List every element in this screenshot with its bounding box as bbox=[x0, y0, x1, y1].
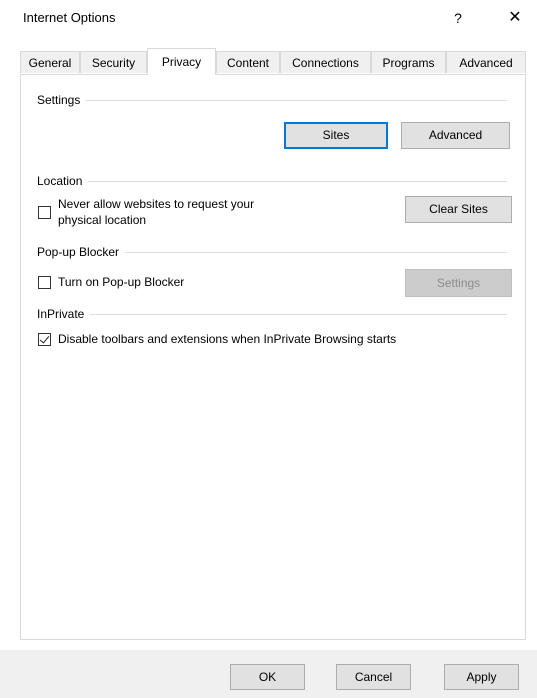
tab-security[interactable]: Security bbox=[80, 51, 147, 73]
location-heading: Location bbox=[37, 174, 89, 188]
settings-heading: Settings bbox=[37, 93, 87, 107]
popup-blocker-heading: Pop-up Blocker bbox=[37, 245, 126, 259]
location-checkbox[interactable] bbox=[38, 206, 51, 219]
popup-settings-button: Settings bbox=[405, 269, 512, 297]
advanced-button[interactable]: Advanced bbox=[401, 122, 510, 149]
tab-general[interactable]: General bbox=[20, 51, 80, 73]
ok-button[interactable]: OK bbox=[230, 664, 305, 690]
popup-blocker-checkbox-label: Turn on Pop-up Blocker bbox=[58, 275, 185, 289]
tab-programs[interactable]: Programs bbox=[371, 51, 446, 73]
help-icon[interactable]: ? bbox=[448, 6, 468, 30]
settings-divider bbox=[37, 100, 507, 101]
tab-advanced[interactable]: Advanced bbox=[446, 51, 526, 73]
apply-button[interactable]: Apply bbox=[444, 664, 519, 690]
title-bar: Internet Options ? ✕ bbox=[0, 0, 537, 36]
close-icon[interactable]: ✕ bbox=[503, 6, 527, 30]
location-checkbox-label-line2: physical location bbox=[58, 213, 147, 227]
cancel-button[interactable]: Cancel bbox=[336, 664, 411, 690]
window-title: Internet Options bbox=[23, 10, 116, 25]
internet-options-dialog: Internet Options ? ✕ General Security Pr… bbox=[0, 0, 537, 698]
inprivate-heading: InPrivate bbox=[37, 307, 91, 321]
dialog-button-bar: OK Cancel Apply bbox=[0, 650, 537, 698]
inprivate-checkbox[interactable] bbox=[38, 333, 51, 346]
inprivate-divider bbox=[37, 314, 507, 315]
location-divider bbox=[37, 181, 507, 182]
tab-connections[interactable]: Connections bbox=[280, 51, 371, 73]
privacy-tab-panel: Settings Sites Advanced Location Never a… bbox=[20, 74, 526, 640]
tab-strip: General Security Privacy Content Connect… bbox=[20, 48, 526, 75]
location-checkbox-label-line1: Never allow websites to request your bbox=[58, 197, 255, 211]
tab-content[interactable]: Content bbox=[216, 51, 280, 73]
tab-privacy[interactable]: Privacy bbox=[147, 48, 216, 75]
clear-sites-button[interactable]: Clear Sites bbox=[405, 196, 512, 223]
popup-blocker-checkbox[interactable] bbox=[38, 276, 51, 289]
inprivate-checkbox-label: Disable toolbars and extensions when InP… bbox=[58, 332, 397, 346]
sites-button[interactable]: Sites bbox=[284, 122, 388, 149]
